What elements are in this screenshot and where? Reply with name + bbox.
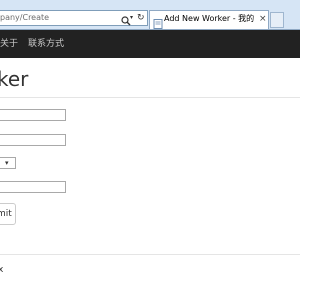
close-icon[interactable]: ×: [259, 13, 267, 25]
text-field-1[interactable]: [0, 109, 66, 121]
dropdown-select[interactable]: ▾: [0, 157, 16, 169]
footer-text: x: [0, 265, 4, 275]
chevron-down-icon: ▾: [5, 159, 9, 167]
page-title: ker: [0, 67, 29, 91]
nav-item-contact[interactable]: 联系方式: [28, 30, 64, 58]
browser-window: pany/Create ▾ ↻ Add New Worker - 我的 ... …: [0, 0, 300, 300]
refresh-icon[interactable]: ↻: [137, 12, 145, 24]
page-icon: [153, 14, 163, 29]
text-field-3[interactable]: [0, 181, 66, 193]
nav-item-about[interactable]: 关于: [0, 30, 18, 58]
divider: [0, 97, 300, 98]
submit-button[interactable]: mit: [0, 203, 16, 225]
address-bar[interactable]: pany/Create ▾ ↻: [0, 10, 148, 26]
text-field-2[interactable]: [0, 134, 66, 146]
new-tab-button[interactable]: [270, 12, 284, 28]
browser-toolbar: pany/Create ▾ ↻ Add New Worker - 我的 ... …: [0, 0, 300, 30]
footer-divider: [0, 254, 300, 255]
tab-title: Add New Worker - 我的 ...: [164, 14, 254, 23]
submit-label: mit: [0, 209, 12, 219]
tab-active[interactable]: Add New Worker - 我的 ... ×: [149, 10, 269, 29]
dropdown-icon[interactable]: ▾: [130, 13, 133, 23]
address-text: pany/Create: [0, 13, 50, 22]
site-navbar: 关于 联系方式: [0, 30, 300, 58]
